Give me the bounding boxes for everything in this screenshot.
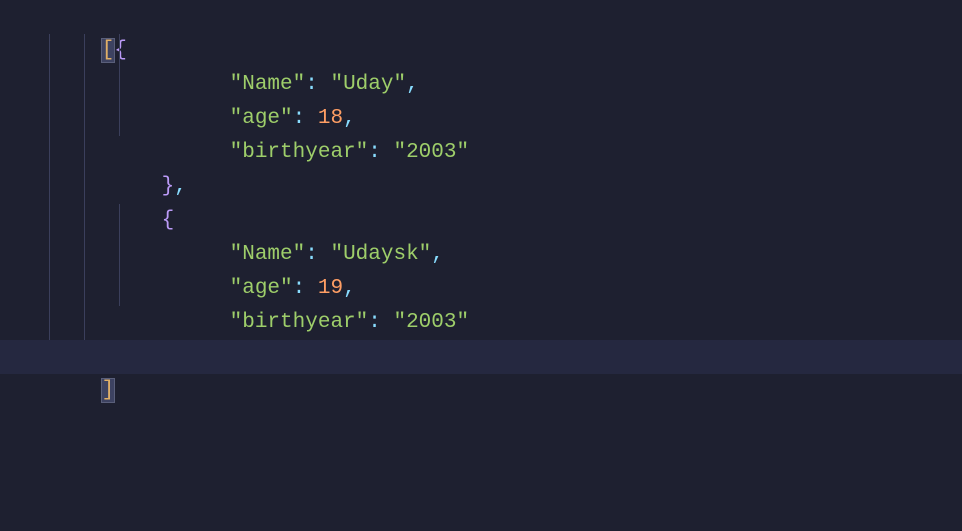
indent-guide (84, 136, 85, 170)
code-line[interactable]: } (0, 306, 962, 340)
code-line[interactable]: { (0, 170, 962, 204)
indent-guide (84, 238, 85, 272)
indent-guide (84, 306, 85, 340)
indent-guide (119, 204, 120, 238)
code-line[interactable]: "age": 18, (0, 68, 962, 102)
indent-guide (119, 34, 120, 68)
indent-guide (119, 102, 120, 136)
indent-guide (49, 238, 50, 272)
indent-guide (119, 68, 120, 102)
indent-guide (119, 238, 120, 272)
indent-guide (119, 272, 120, 306)
code-line[interactable]: }, (0, 136, 962, 170)
code-line[interactable]: [{ (0, 0, 962, 34)
indent-guide (49, 68, 50, 102)
code-line[interactable]: "birthyear": "2003" (0, 102, 962, 136)
close-bracket: ] (102, 379, 115, 402)
indent-guide (84, 68, 85, 102)
indent-guide (84, 34, 85, 68)
indent-guide (84, 170, 85, 204)
indent-guide (49, 204, 50, 238)
code-line[interactable]: "Name": "Udaysk", (0, 204, 962, 238)
indent-guide (49, 306, 50, 340)
indent-guide (84, 272, 85, 306)
code-line[interactable]: "birthyear": "2003" (0, 272, 962, 306)
code-line[interactable]: "Name": "Uday", (0, 34, 962, 68)
indent-guide (49, 102, 50, 136)
code-editor[interactable]: [{ "Name": "Uday", "age": 18, "birthyear… (0, 0, 962, 374)
indent-guide (49, 34, 50, 68)
indent-guide (49, 136, 50, 170)
indent-guide (84, 102, 85, 136)
indent-guide (49, 170, 50, 204)
indent-guide (84, 204, 85, 238)
indent-guide (49, 272, 50, 306)
code-line-active[interactable]: ] (0, 340, 962, 374)
code-line[interactable]: "age": 19, (0, 238, 962, 272)
